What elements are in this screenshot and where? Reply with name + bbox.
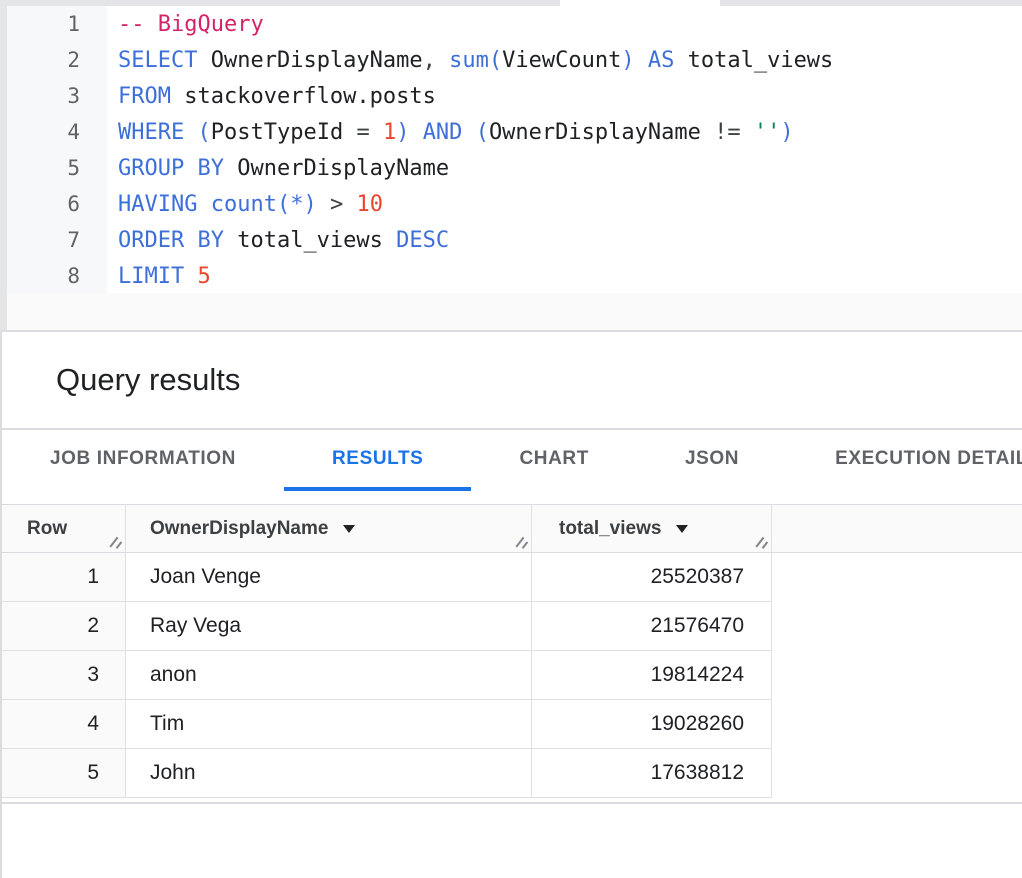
cell-filler [772, 651, 1022, 700]
sql-editor[interactable]: 1-- BigQuery2SELECT OwnerDisplayName, su… [0, 6, 1022, 293]
column-header-row: Row [0, 505, 126, 552]
column-header-label: total_views [559, 518, 661, 540]
tab-json[interactable]: JSON [637, 430, 787, 491]
table-row: 4Tim19028260 [0, 700, 1022, 749]
cell-owner-display-name: Ray Vega [126, 602, 532, 651]
cell-row-number: 3 [0, 651, 126, 700]
column-menu-arrow-icon[interactable] [343, 525, 355, 533]
table-body: 1Joan Venge255203872Ray Vega215764703ano… [0, 553, 1022, 798]
code-line: 5GROUP BY OwnerDisplayName [7, 150, 1022, 186]
code-text: WHERE (PostTypeId = 1) AND (OwnerDisplay… [107, 120, 794, 145]
code-line: 3FROM stackoverflow.posts [7, 78, 1022, 114]
code-line: 4WHERE (PostTypeId = 1) AND (OwnerDispla… [7, 114, 1022, 150]
code-text: ORDER BY total_views DESC [107, 228, 449, 253]
column-resize-handle[interactable] [513, 535, 527, 549]
line-number: 5 [7, 156, 107, 180]
column-header-ownerdisplayname: OwnerDisplayName [126, 505, 532, 552]
left-edge-hairline [0, 330, 2, 878]
cell-owner-display-name: anon [126, 651, 532, 700]
line-number: 1 [7, 12, 107, 36]
cell-owner-display-name: Tim [126, 700, 532, 749]
tab-job-information[interactable]: JOB INFORMATION [2, 430, 284, 491]
code-text: LIMIT 5 [107, 264, 211, 289]
cell-total-views: 25520387 [532, 553, 772, 602]
code-line: 2SELECT OwnerDisplayName, sum(ViewCount)… [7, 42, 1022, 78]
left-edge-strip [0, 0, 7, 330]
code-text: GROUP BY OwnerDisplayName [107, 156, 449, 181]
cell-filler [772, 602, 1022, 651]
code-line: 8LIMIT 5 [7, 258, 1022, 294]
column-resize-handle[interactable] [107, 535, 121, 549]
column-header-label: OwnerDisplayName [150, 518, 328, 540]
line-number: 7 [7, 228, 107, 252]
tab-execution-details[interactable]: EXECUTION DETAILS [787, 430, 1022, 491]
cell-total-views: 19028260 [532, 700, 772, 749]
cell-filler [772, 700, 1022, 749]
query-results-header: Query results [0, 332, 1022, 428]
code-text: SELECT OwnerDisplayName, sum(ViewCount) … [107, 48, 833, 73]
table-row: 2Ray Vega21576470 [0, 602, 1022, 651]
column-header-total-views: total_views [532, 505, 772, 552]
cell-row-number: 4 [0, 700, 126, 749]
table-row: 5John17638812 [0, 749, 1022, 798]
cell-filler [772, 749, 1022, 798]
table-bottom-border [0, 802, 1022, 804]
line-number: 6 [7, 192, 107, 216]
table-header-row: Row OwnerDisplayName total_views [0, 504, 1022, 553]
column-menu-arrow-icon[interactable] [676, 525, 688, 533]
editor-bottom-band [0, 293, 1022, 330]
cell-total-views: 21576470 [532, 602, 772, 651]
table-row: 3anon19814224 [0, 651, 1022, 700]
cell-row-number: 5 [0, 749, 126, 798]
page-title: Query results [56, 332, 240, 428]
line-number: 8 [7, 264, 107, 288]
line-number: 4 [7, 120, 107, 144]
column-header-label: Row [27, 518, 67, 540]
tab-chart[interactable]: CHART [471, 430, 637, 491]
cell-owner-display-name: Joan Venge [126, 553, 532, 602]
cell-total-views: 17638812 [532, 749, 772, 798]
table-row: 1Joan Venge25520387 [0, 553, 1022, 602]
column-resize-handle[interactable] [753, 535, 767, 549]
code-text: HAVING count(*) > 10 [107, 192, 383, 217]
cell-row-number: 1 [0, 553, 126, 602]
cell-filler [772, 553, 1022, 602]
cell-row-number: 2 [0, 602, 126, 651]
results-table: Row OwnerDisplayName total_views 1Joan V… [0, 504, 1022, 798]
line-number: 3 [7, 84, 107, 108]
code-text: FROM stackoverflow.posts [107, 84, 436, 109]
results-tabbar: JOB INFORMATIONRESULTSCHARTJSONEXECUTION… [2, 430, 1022, 491]
bigquery-editor-screen: 1-- BigQuery2SELECT OwnerDisplayName, su… [0, 0, 1022, 878]
column-header-filler [772, 505, 1022, 552]
code-lines: 1-- BigQuery2SELECT OwnerDisplayName, su… [7, 6, 1022, 294]
code-text: -- BigQuery [107, 12, 264, 37]
code-line: 6HAVING count(*) > 10 [7, 186, 1022, 222]
code-line: 7ORDER BY total_views DESC [7, 222, 1022, 258]
cell-total-views: 19814224 [532, 651, 772, 700]
line-number: 2 [7, 48, 107, 72]
cell-owner-display-name: John [126, 749, 532, 798]
tab-results[interactable]: RESULTS [284, 430, 471, 491]
code-line: 1-- BigQuery [7, 6, 1022, 42]
